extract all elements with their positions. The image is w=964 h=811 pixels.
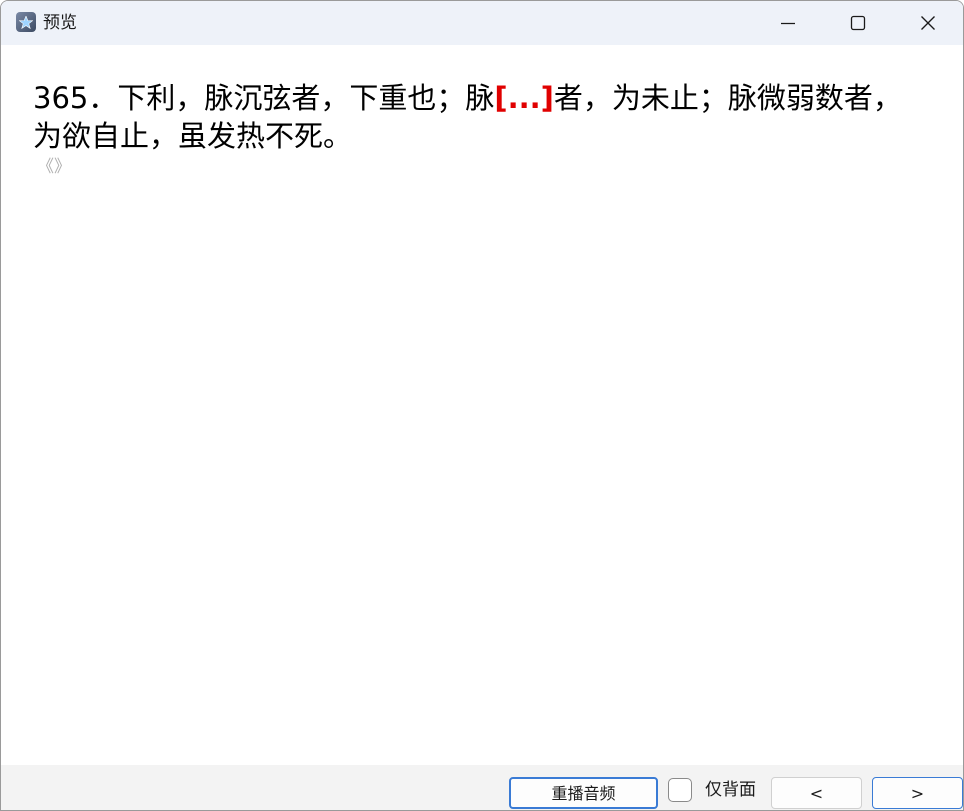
- card-preview-area: 365．下利，脉沉弦者，下重也；脉[...]者，为未止；脉微弱数者，为欲自止，虽…: [1, 45, 963, 765]
- replay-audio-button[interactable]: 重播音频: [509, 777, 658, 809]
- back-only-checkbox[interactable]: [668, 778, 692, 802]
- card-question-text: 365．下利，脉沉弦者，下重也；脉[...]者，为未止；脉微弱数者，为欲自止，虽…: [33, 79, 923, 155]
- bottom-toolbar: 重播音频 仅背面 < >: [1, 765, 963, 810]
- star-note-icon: [16, 12, 36, 32]
- close-icon: [921, 16, 935, 30]
- maximize-button[interactable]: [823, 1, 893, 45]
- previous-button[interactable]: <: [771, 777, 862, 809]
- window-title: 预览: [43, 13, 77, 33]
- title-bar[interactable]: 预览: [1, 1, 963, 45]
- minimize-icon: [781, 22, 795, 25]
- cloze-deletion: [...]: [494, 81, 554, 115]
- close-button[interactable]: [893, 1, 963, 45]
- next-button[interactable]: >: [872, 777, 963, 809]
- card-text-before: 365．下利，脉沉弦者，下重也；脉: [33, 81, 495, 115]
- card-source: 《》: [37, 157, 71, 177]
- preview-window: 预览 365．下利，脉沉弦者，下重也；脉[...]者，为未止；脉微弱数者，为欲自…: [0, 0, 964, 811]
- back-only-label[interactable]: 仅背面: [705, 779, 756, 801]
- maximize-icon: [850, 15, 866, 31]
- minimize-button[interactable]: [753, 1, 823, 45]
